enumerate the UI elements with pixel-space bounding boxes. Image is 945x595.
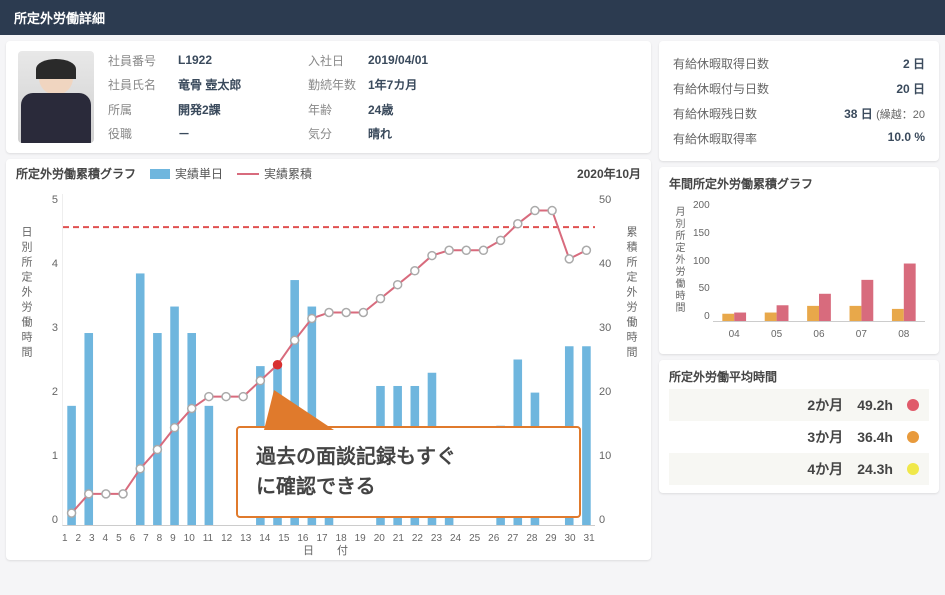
annotation-callout: 過去の面談記録もすぐ に確認できる bbox=[236, 426, 581, 518]
xaxis-title: 日 付 bbox=[303, 542, 354, 558]
emp-id: L1922 bbox=[178, 53, 308, 67]
leave-granted-label: 有給休暇付与日数 bbox=[673, 80, 769, 97]
leave-remain: 38 日 bbox=[844, 107, 873, 121]
yaxis-left-title: 日別所定外労働時間 bbox=[18, 226, 34, 361]
avg-label: 3か月 bbox=[807, 427, 843, 447]
mood-label: 気分 bbox=[308, 125, 368, 142]
chart-title: 所定外労働累積グラフ bbox=[16, 165, 136, 182]
avg-label: 4か月 bbox=[807, 459, 843, 479]
avg-value: 36.4h bbox=[857, 429, 893, 445]
role-label: 役職 bbox=[108, 125, 178, 142]
annual-chart-panel: 年間所定外労働累積グラフ 月別所定外労働時間 200150100500 0405… bbox=[659, 167, 939, 354]
emp-id-label: 社員番号 bbox=[108, 52, 178, 69]
status-dot-icon bbox=[907, 463, 919, 475]
avg-value: 24.3h bbox=[857, 461, 893, 477]
callout-line2: に確認できる bbox=[256, 472, 561, 502]
leave-taken: 2 日 bbox=[875, 55, 925, 72]
mini-yaxis: 200150100500 bbox=[693, 200, 710, 322]
emp-name-label: 社員氏名 bbox=[108, 76, 178, 93]
status-dot-icon bbox=[907, 431, 919, 443]
hire-label: 入社日 bbox=[308, 52, 368, 69]
main-chart-panel: 所定外労働累積グラフ 実績単日 実績累積 2020年10月 日別所定外労働時間 … bbox=[6, 159, 651, 560]
leave-remain-extra: (繰越：20 bbox=[876, 109, 925, 121]
annual-chart-title: 年間所定外労働累積グラフ bbox=[669, 175, 929, 192]
hire-date: 2019/04/01 bbox=[368, 53, 478, 67]
dept-label: 所属 bbox=[108, 101, 178, 118]
leave-remain-label: 有給休暇残日数 bbox=[673, 105, 757, 122]
callout-line1: 過去の面談記録もすぐ bbox=[256, 442, 561, 472]
avg-value: 49.2h bbox=[857, 397, 893, 413]
mini-yaxis-title: 月別所定外労働時間 bbox=[671, 206, 686, 314]
leave-rate: 10.0 % bbox=[875, 130, 925, 147]
avg-row: 2か月 49.2h bbox=[669, 389, 929, 421]
mood: 晴れ bbox=[368, 125, 478, 142]
emp-name: 竜骨 壺太郎 bbox=[178, 76, 308, 93]
legend-daily: 実績単日 bbox=[150, 165, 223, 182]
leave-panel: 有給休暇取得日数 2 日 有給休暇付与日数 20 日 有給休暇残日数 38 日 (繰越… bbox=[659, 41, 939, 161]
age-label: 年齢 bbox=[308, 101, 368, 118]
mini-xaxis: 0405060708 bbox=[713, 329, 925, 340]
avg-title: 所定外労働平均時間 bbox=[669, 368, 929, 385]
chart-period: 2020年10月 bbox=[577, 165, 641, 182]
avg-row: 3か月 36.4h bbox=[669, 421, 929, 453]
avatar bbox=[18, 51, 94, 143]
leave-granted: 20 日 bbox=[875, 80, 925, 97]
avg-row: 4か月 24.3h bbox=[669, 453, 929, 485]
tenure-label: 勤続年数 bbox=[308, 76, 368, 93]
employee-panel: 社員番号 L1922 入社日 2019/04/01 社員氏名 竜骨 壺太郎 勤続… bbox=[6, 41, 651, 153]
mini-plot[interactable] bbox=[713, 200, 925, 322]
avg-label: 2か月 bbox=[807, 395, 843, 415]
status-dot-icon bbox=[907, 399, 919, 411]
age: 24歳 bbox=[368, 101, 478, 118]
dept: 開発2課 bbox=[178, 101, 308, 118]
leave-rate-label: 有給休暇取得率 bbox=[673, 130, 757, 147]
legend-cum-label: 実績累積 bbox=[264, 165, 312, 182]
yaxis-right: 50403020100 bbox=[599, 194, 621, 526]
yaxis-left: 543210 bbox=[36, 194, 58, 526]
page-title: 所定外労働詳細 bbox=[0, 0, 945, 35]
legend-daily-label: 実績単日 bbox=[175, 165, 223, 182]
legend-cum: 実績累積 bbox=[237, 165, 312, 182]
avg-panel: 所定外労働平均時間 2か月 49.2h 3か月 36.4h 4か月 24.3h bbox=[659, 360, 939, 493]
tenure: 1年7カ月 bbox=[368, 76, 478, 93]
leave-taken-label: 有給休暇取得日数 bbox=[673, 55, 769, 72]
yaxis-right-title: 累積所定外労働時間 bbox=[623, 226, 639, 361]
role: － bbox=[178, 125, 308, 142]
